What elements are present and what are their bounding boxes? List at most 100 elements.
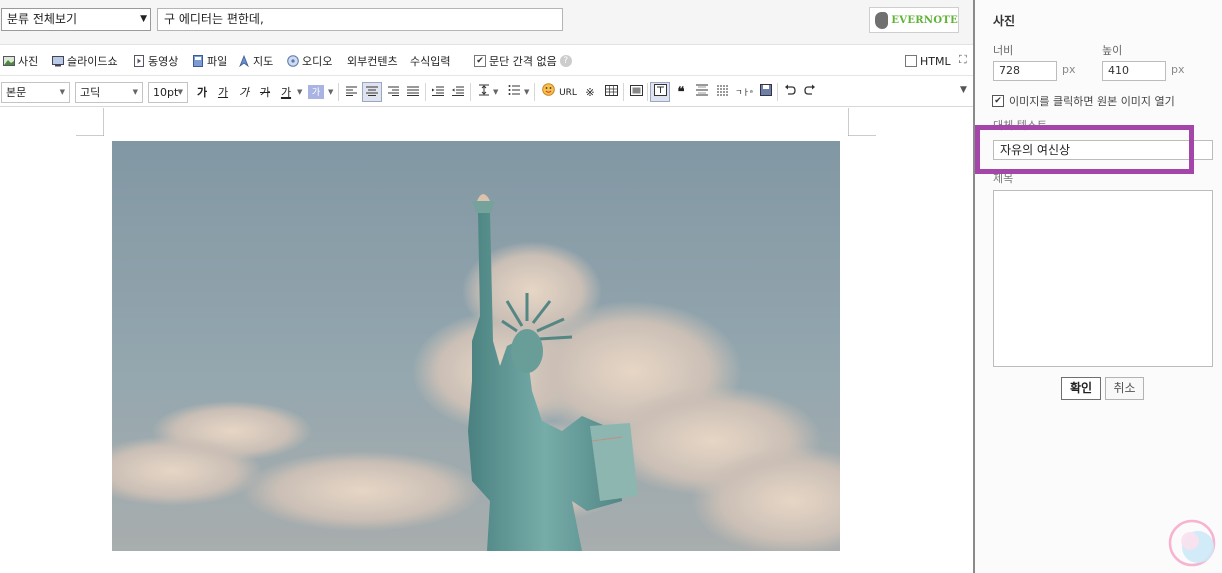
line-button[interactable]: [713, 82, 733, 102]
indent-button[interactable]: [428, 82, 448, 102]
cancel-button[interactable]: 취소: [1105, 377, 1144, 400]
undo-button[interactable]: [780, 82, 800, 102]
list-button[interactable]: [504, 82, 524, 102]
redo-icon: [804, 84, 815, 95]
outdent-icon: [452, 86, 464, 96]
chevron-down-icon[interactable]: ▼: [297, 88, 302, 96]
toolbar-divider: [338, 83, 339, 101]
toolbar-divider: [425, 83, 426, 101]
align-center-button[interactable]: [362, 82, 382, 102]
undo-icon: [785, 84, 796, 95]
file-icon: [193, 55, 203, 67]
chevron-down-icon[interactable]: ▼: [493, 88, 498, 96]
toolbar-divider: [777, 83, 778, 101]
insert-photo-button[interactable]: 사진: [3, 53, 38, 69]
redo-button[interactable]: [800, 82, 820, 102]
floating-assistant-icon[interactable]: [1168, 517, 1220, 569]
bold-button[interactable]: 가: [192, 82, 212, 102]
width-input[interactable]: 728: [993, 61, 1057, 81]
page-corner-mark: [848, 108, 876, 136]
no-paragraph-gap-toggle[interactable]: ✔ 문단 간격 없음?: [474, 53, 572, 69]
align-left-icon: [346, 86, 357, 96]
font-color-button[interactable]: 가: [276, 82, 296, 102]
confirm-button[interactable]: 확인: [1061, 377, 1101, 400]
insert-slideshow-button[interactable]: 슬라이드쇼: [52, 53, 118, 69]
chevron-down-icon: ▼: [132, 88, 138, 96]
category-value: 분류 전체보기: [7, 12, 78, 26]
underline-button[interactable]: 가: [213, 82, 233, 102]
font-family-value: 고딕: [80, 86, 101, 99]
evernote-button[interactable]: EVERNOTE: [869, 7, 959, 33]
html-mode-checkbox[interactable]: [905, 55, 917, 67]
emoticon-button[interactable]: [538, 82, 558, 102]
category-select[interactable]: 분류 전체보기 ▼: [1, 8, 151, 31]
open-original-toggle[interactable]: ✔ 이미지를 클릭하면 원본 이미지 열기: [992, 93, 1175, 109]
photo-icon: [3, 56, 15, 66]
align-center-icon: [366, 86, 378, 96]
insert-formula-button[interactable]: 수식입력: [410, 53, 450, 69]
height-input[interactable]: 410: [1102, 61, 1166, 81]
toolbar-divider: [647, 83, 648, 101]
insert-video-button[interactable]: 동영상: [133, 53, 178, 69]
insert-external-content-button[interactable]: 외부컨텐츠: [347, 53, 398, 69]
indent-icon: [432, 86, 444, 96]
insert-audio-button[interactable]: 오디오: [287, 53, 332, 69]
divider-button[interactable]: [692, 82, 712, 102]
no-paragraph-gap-label: 문단 간격 없음: [489, 55, 557, 68]
url-button[interactable]: URL: [558, 82, 578, 102]
insert-file-button[interactable]: 파일: [192, 53, 227, 69]
emoticon-icon: [541, 83, 555, 96]
fullscreen-icon[interactable]: ⛶: [959, 53, 967, 67]
html-mode-toggle[interactable]: HTML: [905, 53, 951, 69]
chevron-down-icon[interactable]: ▼: [328, 88, 333, 96]
strikethrough-button[interactable]: 가: [255, 82, 275, 102]
divider-icon: [696, 84, 708, 96]
caption-textarea[interactable]: [993, 190, 1213, 367]
italic-button[interactable]: 가: [234, 82, 254, 102]
insert-map-label: 지도: [253, 55, 274, 68]
photo-properties-panel: 사진 너비 높이 728 px 410 px ✔ 이미지를 클릭하면 원본 이미…: [973, 0, 1222, 573]
align-left-button[interactable]: [342, 82, 362, 102]
toolbar-more-icon[interactable]: ▼: [960, 85, 967, 95]
slideshow-icon: [52, 56, 64, 67]
no-paragraph-gap-checkbox[interactable]: ✔: [474, 55, 486, 67]
paragraph-style-select[interactable]: 본문 ▼: [1, 82, 70, 103]
width-label: 너비: [993, 44, 1014, 57]
align-justify-icon: [407, 86, 419, 96]
spell-check-icon: ㄱㅏᵃ: [735, 88, 753, 97]
quote-button[interactable]: ❝: [671, 82, 691, 102]
box-button[interactable]: [626, 82, 646, 102]
list-icon: [508, 85, 520, 95]
insert-formula-label: 수식입력: [410, 55, 451, 68]
height-label: 높이: [1102, 44, 1123, 57]
evernote-elephant-icon: [875, 11, 889, 29]
special-char-button[interactable]: ※: [580, 82, 600, 102]
chevron-down-icon[interactable]: ▼: [524, 88, 529, 96]
paragraph-style-value: 본문: [6, 86, 27, 99]
help-icon[interactable]: ?: [559, 55, 572, 67]
save-button[interactable]: [756, 82, 776, 102]
inserted-photo[interactable]: [112, 141, 840, 551]
line-icon: [717, 85, 729, 96]
text-box-button[interactable]: [650, 82, 670, 102]
spell-check-button[interactable]: ㄱㅏᵃ: [734, 82, 754, 102]
open-original-label: 이미지를 클릭하면 원본 이미지 열기: [1009, 95, 1175, 108]
line-height-button[interactable]: [474, 82, 494, 102]
background-color-button[interactable]: 가: [308, 85, 324, 99]
insert-video-label: 동영상: [148, 55, 179, 68]
save-icon: [760, 84, 772, 96]
app-root: 분류 전체보기 ▼ 구 에디터는 편한데, EVERNOTE 사진 슬라이드쇼 동…: [0, 0, 1222, 573]
line-height-icon: [479, 84, 489, 96]
post-title-input[interactable]: 구 에디터는 편한데,: [157, 8, 563, 31]
toolbar-divider: [534, 83, 535, 101]
outdent-button[interactable]: [448, 82, 468, 102]
insert-audio-label: 오디오: [302, 55, 333, 68]
align-justify-button[interactable]: [403, 82, 423, 102]
align-right-button[interactable]: [383, 82, 403, 102]
toolbar-divider: [470, 83, 471, 101]
font-size-select[interactable]: 10pt ▼: [148, 82, 188, 103]
insert-map-button[interactable]: 지도: [238, 53, 273, 69]
table-button[interactable]: [601, 82, 621, 102]
font-family-select[interactable]: 고딕 ▼: [75, 82, 143, 103]
open-original-checkbox[interactable]: ✔: [992, 95, 1004, 107]
